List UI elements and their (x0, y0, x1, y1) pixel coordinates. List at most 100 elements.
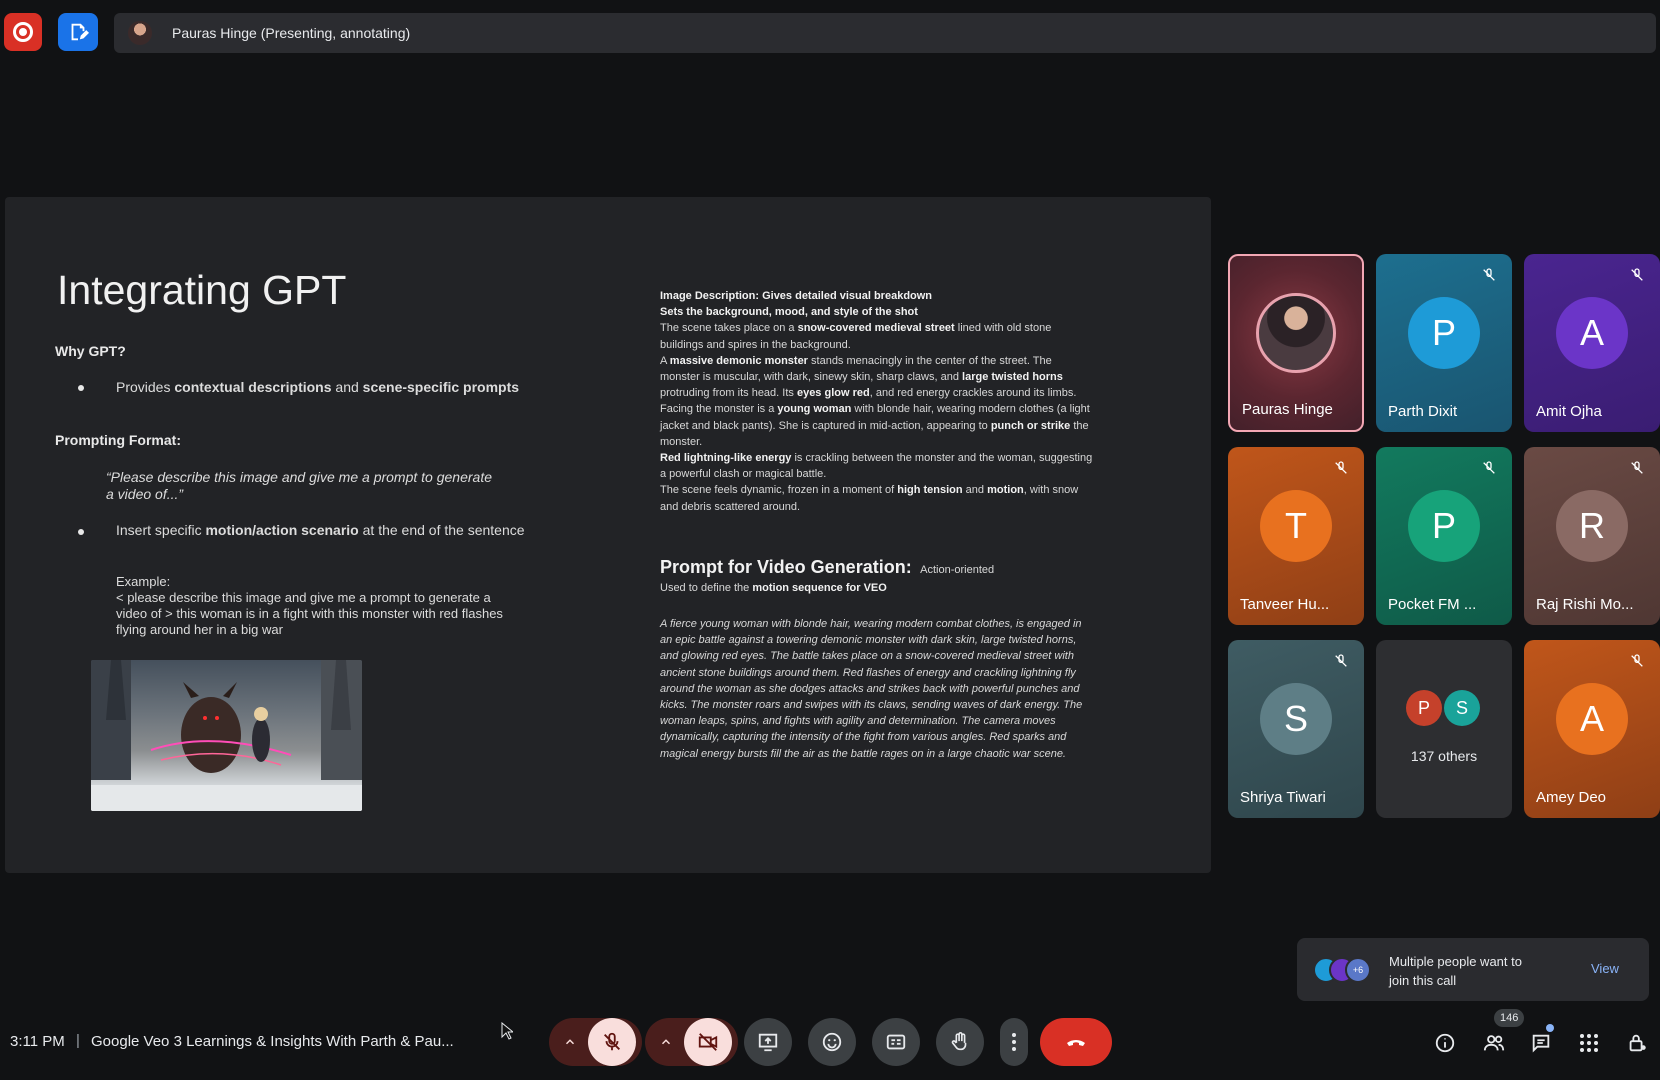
mouse-cursor (501, 1021, 515, 1045)
requester-count-badge: +6 (1345, 957, 1371, 983)
raise-hand-button[interactable] (936, 1018, 984, 1066)
bullet-dot (78, 529, 84, 535)
captions-button[interactable] (872, 1018, 920, 1066)
mic-toggle-button[interactable] (588, 1018, 636, 1066)
separator: | (76, 1032, 80, 1049)
info-icon (1435, 1033, 1455, 1053)
record-icon (13, 22, 33, 42)
slide-title: Integrating GPT (57, 267, 347, 313)
meeting-title: Google Veo 3 Learnings & Insights With P… (91, 1033, 454, 1050)
present-icon (758, 1033, 778, 1052)
participant-name: Amit Ojha (1536, 403, 1602, 420)
participant-name: Shriya Tiwari (1240, 789, 1326, 806)
mic-options-button[interactable] (556, 1030, 584, 1054)
mic-muted-icon (1478, 457, 1500, 479)
participant-name: Pocket FM ... (1388, 596, 1477, 613)
video-prompt-text: A fierce young woman with blonde hair, w… (660, 618, 1083, 760)
participant-avatar: P (1408, 297, 1480, 369)
end-call-icon (1067, 1040, 1085, 1046)
participant-avatar (1256, 293, 1336, 373)
participant-count-badge: 146 (1494, 1009, 1525, 1027)
participant-tile-rajrishi[interactable]: R Raj Rishi Mo... (1524, 447, 1660, 625)
presenter-label: Pauras Hinge (Presenting, annotating) (172, 25, 411, 41)
people-button[interactable] (1479, 1029, 1509, 1057)
chat-button[interactable] (1527, 1029, 1555, 1057)
participant-tile-pauras[interactable]: Pauras Hinge (1228, 254, 1364, 432)
apps-grid-icon (1580, 1034, 1598, 1052)
example-label: Example: (116, 574, 171, 589)
participant-tile-tanveer[interactable]: T Tanveer Hu... (1228, 447, 1364, 625)
present-screen-button[interactable] (744, 1018, 792, 1066)
participant-name: Parth Dixit (1388, 403, 1458, 420)
chat-unread-dot (1546, 1024, 1554, 1032)
image-description-block: Image Description: Gives detailed visual… (660, 290, 1093, 513)
participant-tile-others[interactable]: P S 137 others (1376, 640, 1512, 818)
others-count: 137 others (1410, 748, 1478, 764)
participant-name: Pauras Hinge (1242, 401, 1333, 418)
join-request-text: Multiple people want to join this call (1389, 954, 1522, 988)
participant-avatar: S (1260, 683, 1332, 755)
people-icon (1483, 1035, 1505, 1051)
quote-line-2: a video of...” (106, 486, 184, 502)
prompting-heading: Prompting Format: (55, 432, 181, 448)
cursor-icon (501, 1021, 515, 1040)
participant-avatar: A (1556, 683, 1628, 755)
participant-tile-amey[interactable]: A Amey Deo (1524, 640, 1660, 818)
prompt-heading: Prompt for Video Generation: (660, 557, 912, 577)
hand-icon (951, 1032, 967, 1051)
participant-tile-parth[interactable]: P Parth Dixit (1376, 254, 1512, 432)
presentation-slide: Integrating GPT Why GPT? Provides contex… (5, 197, 1211, 873)
prompt-heading-row: Prompt for Video Generation: Action-orie… (660, 557, 994, 578)
host-controls-button[interactable] (1623, 1029, 1651, 1057)
camera-toggle-button[interactable] (684, 1018, 732, 1066)
participant-tile-pocketfm[interactable]: P Pocket FM ... (1376, 447, 1512, 625)
participant-avatar: P (1408, 490, 1480, 562)
participant-tile-shriya[interactable]: S Shriya Tiwari (1228, 640, 1364, 818)
meeting-time: 3:11 PM (10, 1033, 65, 1050)
notes-icon (71, 23, 89, 41)
prompt-subtitle: Used to define the motion sequence for V… (660, 582, 887, 594)
bullet-insert: Insert specific motion/action scenario a… (116, 522, 525, 538)
participant-name: Raj Rishi Mo... (1536, 596, 1634, 613)
chat-icon (1532, 1034, 1550, 1053)
recording-button[interactable] (4, 13, 42, 51)
participant-avatar: T (1260, 490, 1332, 562)
mic-muted-icon (1626, 264, 1648, 286)
view-requests-button[interactable]: View (1591, 961, 1619, 976)
join-request-notification: +6 Multiple people want to join this cal… (1297, 938, 1649, 1001)
mic-muted-icon (1478, 264, 1500, 286)
participant-name: Amey Deo (1536, 789, 1607, 806)
quote-line-1: “Please describe this image and give me … (106, 469, 492, 485)
camera-off-icon (698, 1033, 718, 1051)
captions-icon (886, 1034, 906, 1050)
why-heading: Why GPT? (55, 343, 126, 359)
participant-name: Tanveer Hu... (1240, 596, 1330, 613)
activities-button[interactable] (1575, 1029, 1603, 1057)
others-avatar: S (1444, 690, 1480, 726)
reactions-button[interactable] (808, 1018, 856, 1066)
meeting-details-button[interactable] (1431, 1029, 1459, 1057)
participant-tile-amit[interactable]: A Amit Ojha (1524, 254, 1660, 432)
mic-muted-icon (1626, 650, 1648, 672)
prompt-tag: Action-oriented (920, 564, 995, 576)
more-options-button[interactable] (1000, 1018, 1028, 1066)
chevron-up-icon (661, 1039, 671, 1045)
mic-muted-icon (1330, 457, 1352, 479)
participant-avatar: A (1556, 297, 1628, 369)
mic-off-icon (604, 1032, 620, 1051)
leave-call-button[interactable] (1040, 1018, 1112, 1066)
participant-avatar: R (1556, 490, 1628, 562)
lock-person-icon (1629, 1034, 1646, 1052)
camera-options-button[interactable] (652, 1030, 680, 1054)
mic-muted-icon (1626, 457, 1648, 479)
monster-fight-illustration (91, 660, 362, 811)
more-vert-icon (1012, 1033, 1016, 1051)
presenting-banner: Pauras Hinge (Presenting, annotating) (114, 13, 1656, 53)
example-text: < please describe this image and give me… (116, 590, 503, 637)
emoji-icon (822, 1032, 842, 1052)
mic-muted-icon (1330, 650, 1352, 672)
others-avatar: P (1406, 690, 1442, 726)
notes-button[interactable] (58, 13, 98, 51)
bullet-dot (78, 385, 84, 391)
scene-image (91, 660, 362, 811)
